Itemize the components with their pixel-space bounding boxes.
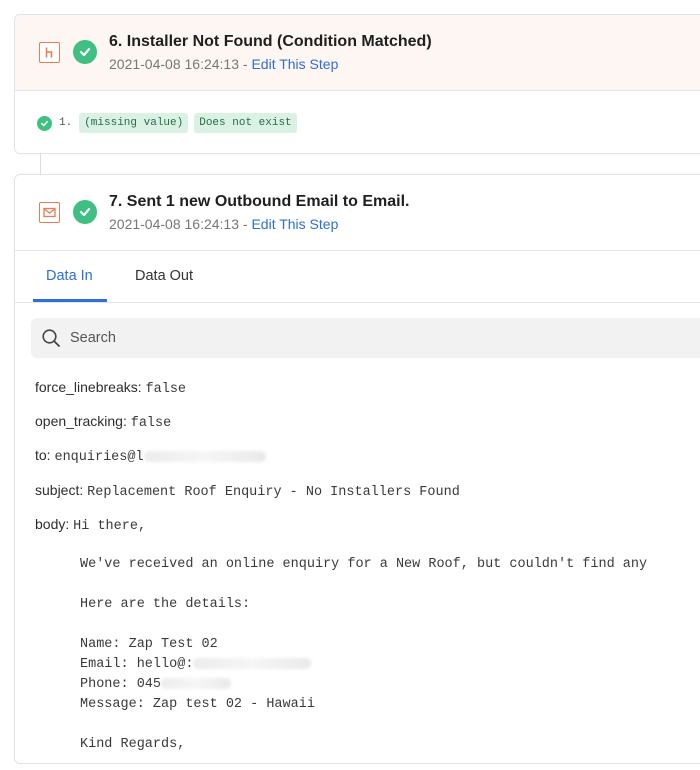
redacted-text bbox=[161, 677, 232, 689]
step-timestamp: 2021-04-08 16:24:13 bbox=[109, 216, 239, 232]
field-value: Hi there, bbox=[73, 519, 147, 534]
step-card-7: 7. Sent 1 new Outbound Email to Email. 2… bbox=[14, 174, 700, 764]
step-connector-line bbox=[40, 154, 41, 174]
field-subject: subject: Replacement Roof Enquiry - No I… bbox=[35, 482, 460, 500]
field-body: body: Hi there, bbox=[35, 516, 146, 534]
step-meta: 2021-04-08 16:24:13 - Edit This Step bbox=[109, 56, 338, 72]
field-key: subject: bbox=[35, 482, 84, 498]
condition-number: 1. bbox=[59, 117, 73, 129]
step-title: 6. Installer Not Found (Condition Matche… bbox=[109, 33, 432, 50]
success-check-icon bbox=[73, 200, 97, 224]
field-key: open_tracking: bbox=[35, 413, 127, 429]
field-value: Replacement Roof Enquiry - No Installers… bbox=[87, 485, 460, 500]
filter-icon bbox=[39, 42, 60, 63]
redacted-text bbox=[143, 450, 266, 462]
search-placeholder: Search bbox=[70, 330, 116, 346]
body-line: Kind Regards, bbox=[80, 737, 186, 752]
condition-operator-tag: Does not exist bbox=[194, 113, 297, 133]
condition-value-tag: (missing value) bbox=[79, 113, 189, 133]
body-line-phone: Phone: 045 bbox=[80, 677, 232, 692]
step-title: 7. Sent 1 new Outbound Email to Email. bbox=[109, 193, 410, 210]
condition-check-icon bbox=[37, 115, 52, 131]
step-card-6: 6. Installer Not Found (Condition Matche… bbox=[14, 14, 700, 154]
edit-step-link[interactable]: Edit This Step bbox=[251, 216, 338, 232]
body-line: We've received an online enquiry for a N… bbox=[80, 557, 648, 572]
field-value: false bbox=[145, 382, 187, 397]
field-key: body: bbox=[35, 516, 70, 532]
body-line-email: Email: hello@: bbox=[80, 657, 312, 672]
step-meta: 2021-04-08 16:24:13 - Edit This Step bbox=[109, 216, 338, 232]
body-line: Message: Zap test 02 - Hawaii bbox=[80, 697, 315, 712]
meta-separator: - bbox=[239, 56, 252, 72]
success-check-icon bbox=[73, 40, 97, 64]
field-value: enquiries@l bbox=[54, 450, 144, 465]
active-tab-indicator bbox=[33, 299, 107, 302]
field-to: to: enquiries@l bbox=[35, 447, 266, 465]
field-open-tracking: open_tracking: false bbox=[35, 413, 171, 431]
meta-separator: - bbox=[239, 216, 252, 232]
edit-step-link[interactable]: Edit This Step bbox=[251, 56, 338, 72]
data-tabs: Data In Data Out bbox=[15, 251, 700, 303]
body-line: Here are the details: bbox=[80, 597, 251, 612]
search-input[interactable]: Search bbox=[31, 318, 700, 358]
body-line: Name: Zap Test 02 bbox=[80, 637, 218, 652]
redacted-text bbox=[193, 657, 312, 669]
field-force-linebreaks: force_linebreaks: false bbox=[35, 379, 186, 397]
body-line-text: Phone: 045 bbox=[80, 677, 162, 692]
field-value: false bbox=[130, 416, 172, 431]
tab-data-out[interactable]: Data Out bbox=[135, 268, 193, 284]
field-key: force_linebreaks: bbox=[35, 379, 142, 395]
body-line-text: Email: hello@: bbox=[80, 657, 194, 672]
step-timestamp: 2021-04-08 16:24:13 bbox=[109, 56, 239, 72]
search-icon bbox=[42, 329, 60, 347]
email-icon bbox=[39, 202, 60, 223]
condition-row: 1. (missing value) Does not exist bbox=[37, 112, 303, 134]
step-header[interactable]: 6. Installer Not Found (Condition Matche… bbox=[15, 15, 700, 91]
field-key: to: bbox=[35, 447, 51, 463]
tab-data-in[interactable]: Data In bbox=[46, 268, 93, 284]
step-header[interactable]: 7. Sent 1 new Outbound Email to Email. 2… bbox=[15, 175, 700, 251]
